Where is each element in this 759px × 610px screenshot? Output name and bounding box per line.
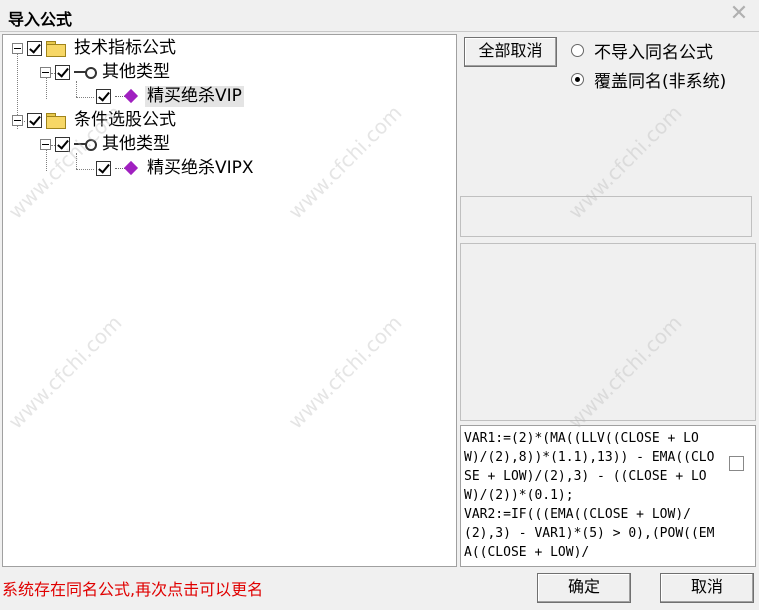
collapse-icon[interactable] [12, 43, 23, 54]
collapse-icon[interactable] [40, 67, 51, 78]
formula-name-box [460, 196, 752, 237]
close-icon[interactable]: ✕ [727, 2, 751, 26]
radio-overwrite[interactable]: 覆盖同名(非系统) [571, 67, 726, 92]
cancel-button[interactable]: 取消 [660, 573, 754, 603]
tree-checkbox[interactable] [27, 41, 42, 56]
key-icon [74, 137, 97, 152]
title-bar: 导入公式 ✕ [0, 0, 759, 32]
tree-group-screening[interactable]: 条件选股公式 [12, 109, 178, 132]
tree-checkbox[interactable] [27, 113, 42, 128]
tree-subgroup-other-1[interactable]: 其他类型 [40, 61, 172, 84]
formula-icon [115, 160, 141, 176]
tree-checkbox[interactable] [55, 137, 70, 152]
collapse-icon[interactable] [12, 115, 23, 126]
tree-checkbox[interactable] [96, 161, 111, 176]
tree-checkbox[interactable] [96, 89, 111, 104]
folder-icon [46, 113, 66, 129]
tree-subgroup-label: 其他类型 [102, 134, 170, 154]
tree-subgroup-other-2[interactable]: 其他类型 [40, 133, 172, 156]
radio-label: 不导入同名公式 [594, 43, 713, 63]
key-icon [74, 65, 97, 80]
tree-subgroup-label: 其他类型 [102, 62, 170, 82]
status-message: 系统存在同名公式,再次点击可以更名 [2, 580, 264, 599]
cancel-all-button[interactable]: 全部取消 [464, 37, 557, 67]
tree-group-label: 条件选股公式 [74, 110, 176, 130]
formula-description-box [460, 243, 756, 421]
tree-group-label: 技术指标公式 [74, 38, 176, 58]
radio-label: 覆盖同名(非系统) [594, 72, 727, 92]
tree-group-technical[interactable]: 技术指标公式 [12, 37, 178, 60]
tree-item-label: 精买绝杀VIPX [147, 158, 254, 178]
tree-item-formula-2[interactable]: 精买绝杀VIPX [96, 157, 256, 180]
radio-button[interactable] [571, 44, 584, 57]
formula-code-text: VAR1:=(2)*(MA((LLV((CLOSE + LOW)/(2),8))… [464, 431, 715, 560]
formula-tree[interactable]: 技术指标公式 其他类型 精买绝杀VIP 条件选股公式 其他类型 精买绝杀VIPX [2, 34, 457, 567]
radio-button[interactable] [571, 73, 584, 86]
ok-button[interactable]: 确定 [537, 573, 631, 603]
collapse-icon[interactable] [40, 139, 51, 150]
tree-item-label: 精买绝杀VIP [145, 86, 244, 107]
radio-no-import[interactable]: 不导入同名公式 [571, 38, 713, 63]
window-title: 导入公式 [8, 10, 73, 29]
formula-icon [115, 88, 141, 104]
folder-icon [46, 41, 66, 57]
tree-checkbox[interactable] [55, 65, 70, 80]
code-checkbox[interactable] [729, 456, 744, 471]
formula-code-box[interactable]: VAR1:=(2)*(MA((LLV((CLOSE + LOW)/(2),8))… [460, 425, 756, 567]
tree-item-formula-1[interactable]: 精买绝杀VIP [96, 85, 244, 108]
